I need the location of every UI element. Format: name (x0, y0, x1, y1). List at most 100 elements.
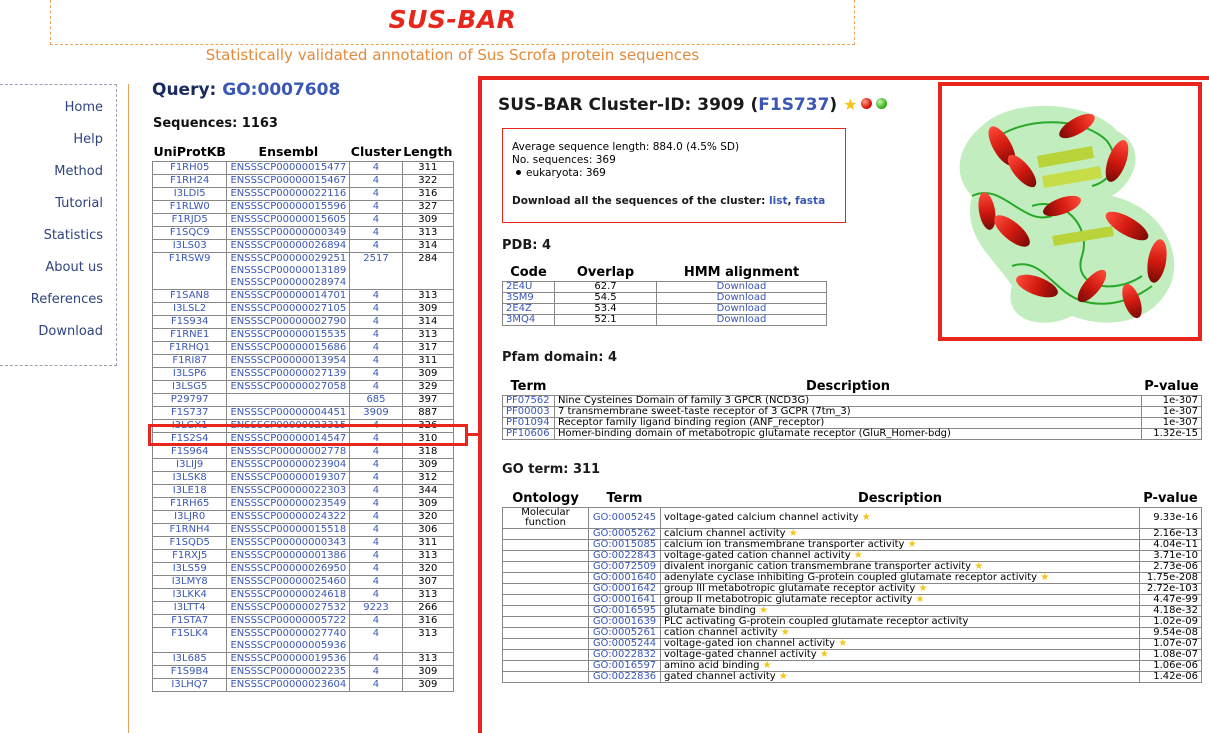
pdb-code-link[interactable]: 2E4Z (502, 302, 555, 315)
uniprot-link[interactable]: F1RI87 (151, 353, 228, 368)
cluster-link[interactable]: 4 (349, 613, 403, 628)
uniprot-link[interactable]: I3LDI5 (151, 186, 228, 201)
pdb-code-link[interactable]: 3SM9 (502, 291, 555, 304)
uniprot-link[interactable]: I3LHQ7 (151, 677, 228, 692)
go-term-link[interactable]: GO:0005244 (588, 637, 661, 650)
uniprot-link[interactable]: F1RNH4 (151, 522, 228, 537)
ensembl-link[interactable] (226, 392, 351, 407)
nav-item-download[interactable]: Download (0, 316, 116, 348)
ensembl-link[interactable]: ENSSSCP00000022303 (226, 483, 351, 498)
cluster-link[interactable]: 4 (349, 664, 403, 679)
uniprot-link[interactable]: I3LSP6 (151, 366, 228, 381)
uniprot-link[interactable]: I3LS59 (151, 561, 228, 576)
cluster-link[interactable]: 4 (349, 509, 403, 524)
uniprot-link[interactable]: I3LJR0 (151, 509, 228, 524)
cluster-link[interactable]: 4 (349, 483, 403, 498)
ensembl-link[interactable]: ENSSSCP00000023604 (226, 677, 351, 692)
nav-item-references[interactable]: References (0, 284, 116, 316)
ensembl-link[interactable]: ENSSSCP00000002790 (226, 314, 351, 329)
cluster-link[interactable]: 4 (349, 186, 403, 201)
cluster-protein-link[interactable]: F1S737 (758, 95, 829, 115)
ensembl-link[interactable]: ENSSSCP00000015518 (226, 522, 351, 537)
cluster-link[interactable]: 4 (349, 212, 403, 227)
cluster-link[interactable]: 4 (349, 327, 403, 342)
ensembl-link[interactable]: ENSSSCP00000014701 (226, 288, 351, 303)
go-term-link[interactable]: GO:0005262 (588, 527, 661, 540)
uniprot-link[interactable]: F1SLK4 (151, 626, 228, 653)
cluster-link[interactable]: 4 (349, 225, 403, 240)
cluster-link[interactable]: 4 (349, 587, 403, 602)
uniprot-link[interactable]: I3LSG5 (151, 379, 228, 394)
ensembl-link[interactable]: ENSSSCP00000002235 (226, 664, 351, 679)
download-list-link[interactable]: list (769, 195, 787, 207)
cluster-link[interactable]: 9223 (349, 600, 403, 615)
uniprot-link[interactable]: F1RHQ1 (151, 340, 228, 355)
cluster-link[interactable]: 4 (349, 288, 403, 303)
ensembl-link[interactable]: ENSSSCP00000015477 (226, 160, 351, 175)
nav-item-home[interactable]: Home (0, 92, 116, 124)
uniprot-link[interactable]: I3L685 (151, 651, 228, 666)
uniprot-link[interactable]: F1S964 (151, 444, 228, 459)
ensembl-link[interactable]: ENSSSCP00000027139 (226, 366, 351, 381)
uniprot-link[interactable]: F1SQD5 (151, 535, 228, 550)
pfam-term-link[interactable]: PF07562 (502, 394, 555, 407)
go-term-link[interactable]: GO:0016595 (588, 604, 661, 617)
uniprot-link[interactable]: I3LKK4 (151, 587, 228, 602)
ensembl-link[interactable]: ENSSSCP00000026950 (226, 561, 351, 576)
pdb-download-link[interactable]: Download (656, 313, 827, 326)
nav-item-tutorial[interactable]: Tutorial (0, 188, 116, 220)
uniprot-link[interactable]: F1RNE1 (151, 327, 228, 342)
uniprot-link[interactable]: F1SQC9 (151, 225, 228, 240)
ensembl-link[interactable]: ENSSSCP00000027058 (226, 379, 351, 394)
uniprot-link[interactable]: F1S9B4 (151, 664, 228, 679)
go-term-link[interactable]: GO:0015085 (588, 538, 661, 551)
cluster-link[interactable]: 4 (349, 548, 403, 563)
go-term-link[interactable]: GO:0005261 (588, 626, 661, 639)
ensembl-link[interactable]: ENSSSCP00000027532 (226, 600, 351, 615)
cluster-link[interactable]: 685 (349, 392, 403, 407)
cluster-link[interactable]: 4 (349, 444, 403, 459)
ensembl-link[interactable]: ENSSSCP00000015596 (226, 199, 351, 214)
ensembl-link[interactable]: ENSSSCP00000015605 (226, 212, 351, 227)
uniprot-link[interactable]: F1RLW0 (151, 199, 228, 214)
go-term-link[interactable]: GO:0001639 (588, 615, 661, 628)
site-logo[interactable]: SUS-BAR (51, 0, 854, 40)
ensembl-link[interactable]: ENSSSCP00000027105 (226, 301, 351, 316)
uniprot-link[interactable]: F1RH65 (151, 496, 228, 511)
cluster-link[interactable]: 4 (349, 340, 403, 355)
ensembl-link[interactable]: ENSSSCP00000022116 (226, 186, 351, 201)
cluster-link[interactable]: 3909 (349, 405, 403, 420)
go-term-link[interactable]: GO:0072509 (588, 560, 661, 573)
uniprot-link[interactable]: I3LE18 (151, 483, 228, 498)
query-go-link[interactable]: GO:0007608 (222, 80, 340, 100)
pfam-term-link[interactable]: PF00003 (502, 405, 555, 418)
cluster-link[interactable]: 4 (349, 353, 403, 368)
uniprot-link[interactable]: F1S737 (151, 405, 228, 420)
pdb-download-link[interactable]: Download (656, 280, 827, 293)
go-term-link[interactable]: GO:0016597 (588, 659, 661, 672)
ensembl-link[interactable]: ENSSSCP00000013954 (226, 353, 351, 368)
go-term-link[interactable]: GO:0005245 (588, 506, 661, 529)
ensembl-link[interactable]: ENSSSCP00000015535 (226, 327, 351, 342)
uniprot-link[interactable]: I3LSK8 (151, 470, 228, 485)
go-term-link[interactable]: GO:0001641 (588, 593, 661, 606)
nav-item-about-us[interactable]: About us (0, 252, 116, 284)
cluster-link[interactable]: 4 (349, 470, 403, 485)
cluster-link[interactable]: 4 (349, 561, 403, 576)
cluster-link[interactable]: 4 (349, 314, 403, 329)
pdb-download-link[interactable]: Download (656, 291, 827, 304)
nav-item-help[interactable]: Help (0, 124, 116, 156)
ensembl-link[interactable]: ENSSSCP00000019536 (226, 651, 351, 666)
cluster-link[interactable]: 4 (349, 366, 403, 381)
uniprot-link[interactable]: I3LS03 (151, 238, 228, 253)
ensembl-link[interactable]: ENSSSCP00000019307 (226, 470, 351, 485)
pdb-download-link[interactable]: Download (656, 302, 827, 315)
uniprot-link[interactable]: I3LSL2 (151, 301, 228, 316)
uniprot-link[interactable]: F1STA7 (151, 613, 228, 628)
cluster-link[interactable]: 4 (349, 173, 403, 188)
download-fasta-link[interactable]: fasta (795, 195, 825, 207)
cluster-link[interactable]: 4 (349, 677, 403, 692)
cluster-link[interactable]: 2517 (349, 251, 403, 290)
ensembl-link[interactable]: ENSSSCP00000004451 (226, 405, 351, 420)
ensembl-link[interactable]: ENSSSCP00000015467 (226, 173, 351, 188)
